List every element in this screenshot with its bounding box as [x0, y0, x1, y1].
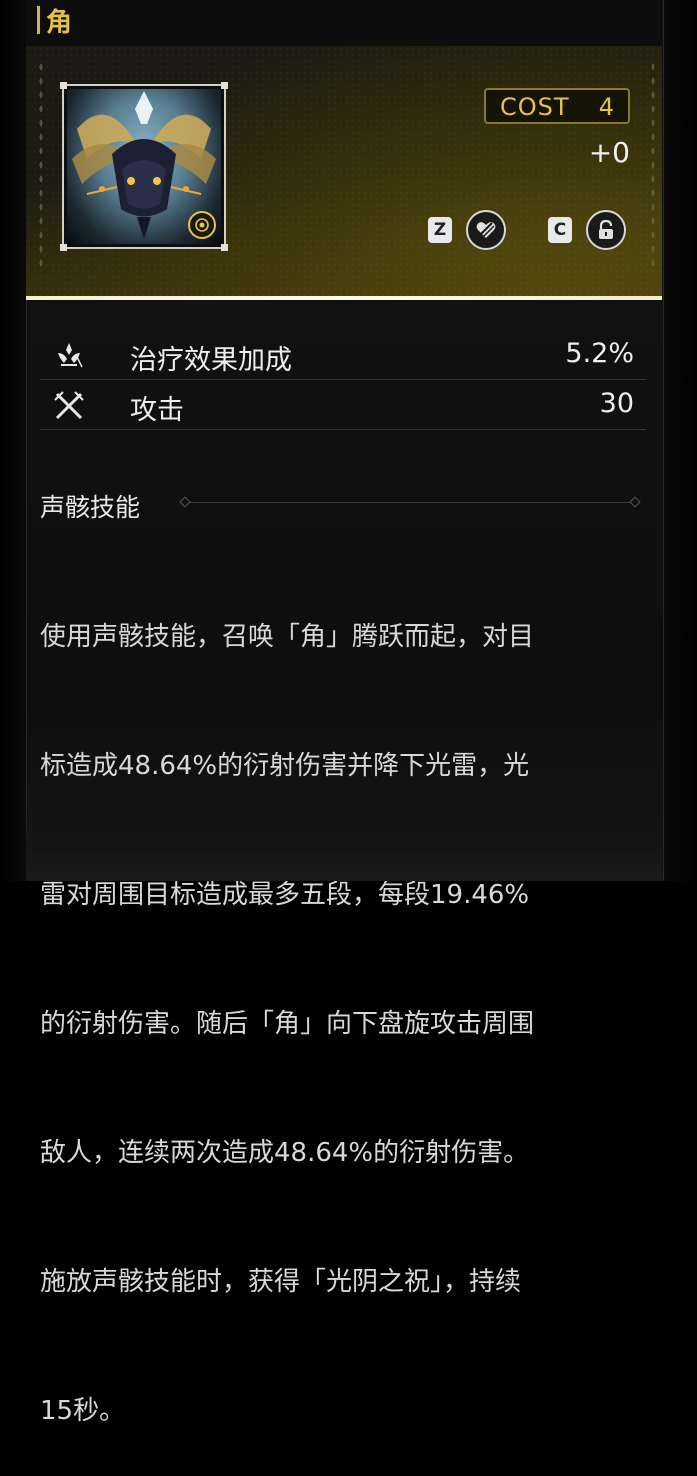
scroll-fade — [26, 800, 662, 881]
discard-toggle-button[interactable] — [466, 210, 506, 250]
stat-label: 攻击 — [130, 395, 184, 426]
stat-list: 治疗效果加成 5.2% 攻击 30 — [40, 330, 646, 430]
skill-line: 标造成48.64%的衍射伤害并降下光雷，光 — [40, 751, 530, 781]
right-edge — [662, 0, 697, 881]
stat-row: 治疗效果加成 5.2% — [40, 330, 646, 380]
unlock-icon — [599, 219, 613, 239]
stat-value: 30 — [599, 388, 634, 419]
title-bar — [26, 0, 662, 46]
skill-heading: 声骸技能 — [40, 493, 141, 522]
stat-label: 治疗效果加成 — [130, 345, 292, 376]
header-divider — [26, 296, 662, 300]
skill-line: 施放声骸技能时，获得「光阴之祝」，持续 — [40, 1267, 522, 1297]
stat-value: 5.2% — [565, 338, 634, 369]
lock-toggle-button[interactable] — [586, 210, 626, 250]
cost-badge: COST 4 — [484, 88, 630, 124]
skill-line: 敌人，连续两次造成48.64%的衍射伤害。 — [40, 1138, 530, 1168]
discard-heart-icon — [476, 222, 496, 238]
echo-title: 角 — [46, 8, 74, 38]
decor-dots-left — [38, 60, 44, 270]
decor-dots-right — [650, 60, 656, 270]
cost-value: 4 — [598, 93, 614, 121]
title-accent — [37, 6, 40, 34]
left-edge — [0, 0, 26, 881]
cost-label: COST — [500, 93, 570, 121]
skill-line: 15秒。 — [40, 1396, 126, 1426]
skill-line: 的衍射伤害。随后「角」向下盘旋攻击周围 — [40, 1009, 535, 1039]
stat-row: 攻击 30 — [40, 380, 646, 430]
healing-bonus-icon — [58, 343, 83, 368]
skill-heading-rule — [179, 496, 641, 508]
unlock-key-hint: C — [548, 217, 572, 243]
echo-set-badge-icon — [188, 211, 216, 239]
attack-icon — [54, 391, 84, 420]
skill-line: 使用声骸技能，召唤「角」腾跃而起，对目 — [40, 622, 535, 652]
lock-key-hint: Z — [428, 217, 452, 243]
skill-description: 使用声骸技能，召唤「角」腾跃而起，对目 标造成48.64%的衍射伤害并降下光雷，… — [40, 530, 650, 1476]
level-bonus: +0 — [588, 136, 630, 169]
